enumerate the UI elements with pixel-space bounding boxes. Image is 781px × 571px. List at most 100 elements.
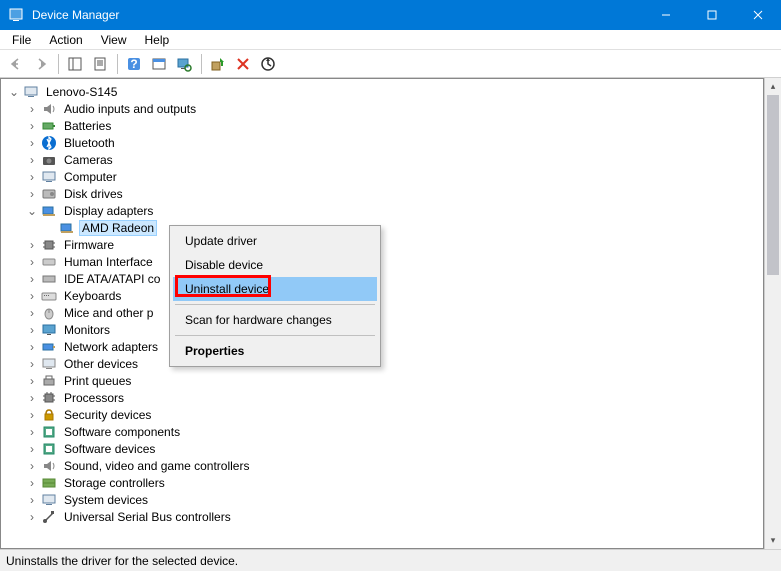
cat-sound[interactable]: › Sound, video and game controllers [19,457,763,474]
cat-network[interactable]: › Network adapters [19,338,763,355]
expander-icon[interactable]: ⌄ [7,85,21,99]
expander-icon[interactable]: › [25,187,39,201]
tree-label: Lenovo-S145 [43,84,120,100]
cat-softcomp[interactable]: › Software components [19,423,763,440]
device-amd-radeon[interactable]: › AMD Radeon [37,219,763,236]
expander-icon[interactable]: › [25,476,39,490]
storage-icon [41,475,57,491]
cat-firmware[interactable]: › Firmware [19,236,763,253]
tree-root[interactable]: ⌄ Lenovo-S145 [1,83,763,100]
menu-help[interactable]: Help [137,31,178,49]
keyboard-icon [41,288,57,304]
menu-action[interactable]: Action [41,31,90,49]
expander-icon[interactable]: › [25,357,39,371]
scan-hardware-button[interactable] [172,52,195,75]
computer-icon [23,84,39,100]
content-area: ⌄ Lenovo-S145 › Audio inputs and outputs… [0,78,781,549]
camera-icon [41,152,57,168]
expander-icon[interactable]: › [25,255,39,269]
cat-storage[interactable]: › Storage controllers [19,474,763,491]
cat-system[interactable]: › System devices [19,491,763,508]
cat-computer[interactable]: › Computer [19,168,763,185]
maximize-button[interactable] [689,0,735,30]
expander-icon[interactable]: › [25,102,39,116]
expander-icon[interactable]: ⌄ [25,204,39,218]
expander-icon[interactable]: › [25,136,39,150]
cat-display[interactable]: ⌄ Display adapters [19,202,763,219]
vertical-scrollbar[interactable]: ▴ ▾ [764,78,781,549]
cm-properties[interactable]: Properties [173,339,377,363]
cm-disable-device[interactable]: Disable device [173,253,377,277]
update-driver-button[interactable] [206,52,229,75]
expander-icon[interactable]: › [25,408,39,422]
expander-icon[interactable]: › [25,289,39,303]
expander-icon[interactable]: › [25,391,39,405]
battery-icon [41,118,57,134]
expander-icon[interactable]: › [25,323,39,337]
cat-other[interactable]: › Other devices [19,355,763,372]
cat-mice[interactable]: › Mice and other p [19,304,763,321]
tree-label: Disk drives [61,186,126,202]
app-icon [8,7,24,23]
scroll-down-button[interactable]: ▾ [765,532,781,549]
menu-view[interactable]: View [93,31,135,49]
cat-audio[interactable]: › Audio inputs and outputs [19,100,763,117]
cm-update-driver[interactable]: Update driver [173,229,377,253]
expander-icon[interactable]: › [25,340,39,354]
tree-label: Batteries [61,118,114,134]
expander-icon[interactable]: › [25,510,39,524]
properties-button[interactable] [88,52,111,75]
expander-icon[interactable]: › [25,442,39,456]
back-button[interactable] [4,52,27,75]
cat-usb[interactable]: › Universal Serial Bus controllers [19,508,763,525]
scroll-thumb[interactable] [767,95,779,275]
action-button[interactable] [147,52,170,75]
svg-text:?: ? [130,57,137,71]
cat-hid[interactable]: › Human Interface [19,253,763,270]
cat-bluetooth[interactable]: › Bluetooth [19,134,763,151]
cat-print[interactable]: › Print queues [19,372,763,389]
uninstall-button[interactable] [231,52,254,75]
minimize-button[interactable] [643,0,689,30]
mouse-icon [41,305,57,321]
disable-button[interactable] [256,52,279,75]
menu-file[interactable]: File [4,31,39,49]
forward-button[interactable] [29,52,52,75]
monitor-icon [41,322,57,338]
printer-icon [41,373,57,389]
cat-batteries[interactable]: › Batteries [19,117,763,134]
cat-security[interactable]: › Security devices [19,406,763,423]
expander-icon[interactable]: › [25,425,39,439]
cat-monitors[interactable]: › Monitors [19,321,763,338]
status-text: Uninstalls the driver for the selected d… [6,554,238,568]
cm-uninstall-device[interactable]: Uninstall device [173,277,377,301]
cat-processors[interactable]: › Processors [19,389,763,406]
cat-cameras[interactable]: › Cameras [19,151,763,168]
show-hide-tree-button[interactable] [63,52,86,75]
speaker-icon [41,458,57,474]
close-button[interactable] [735,0,781,30]
scroll-up-button[interactable]: ▴ [765,78,781,95]
expander-icon[interactable]: › [25,119,39,133]
cat-disk[interactable]: › Disk drives [19,185,763,202]
speaker-icon [41,101,57,117]
expander-icon[interactable]: › [25,238,39,252]
expander-icon[interactable]: › [25,493,39,507]
tree-label: System devices [61,492,151,508]
help-button[interactable]: ? [122,52,145,75]
cat-keyboards[interactable]: › Keyboards [19,287,763,304]
expander-icon[interactable]: › [25,170,39,184]
expander-icon[interactable]: › [25,153,39,167]
expander-icon[interactable]: › [25,374,39,388]
expander-icon[interactable]: › [25,272,39,286]
expander-icon[interactable]: › [25,459,39,473]
tree-label: Sound, video and game controllers [61,458,252,474]
display-adapter-icon [59,220,75,236]
expander-icon[interactable]: › [25,306,39,320]
cat-softdev[interactable]: › Software devices [19,440,763,457]
cm-scan-hardware[interactable]: Scan for hardware changes [173,308,377,332]
device-tree[interactable]: ⌄ Lenovo-S145 › Audio inputs and outputs… [0,78,764,549]
network-icon [41,339,57,355]
tree-label: Keyboards [61,288,124,304]
cat-ide[interactable]: › IDE ATA/ATAPI co [19,270,763,287]
